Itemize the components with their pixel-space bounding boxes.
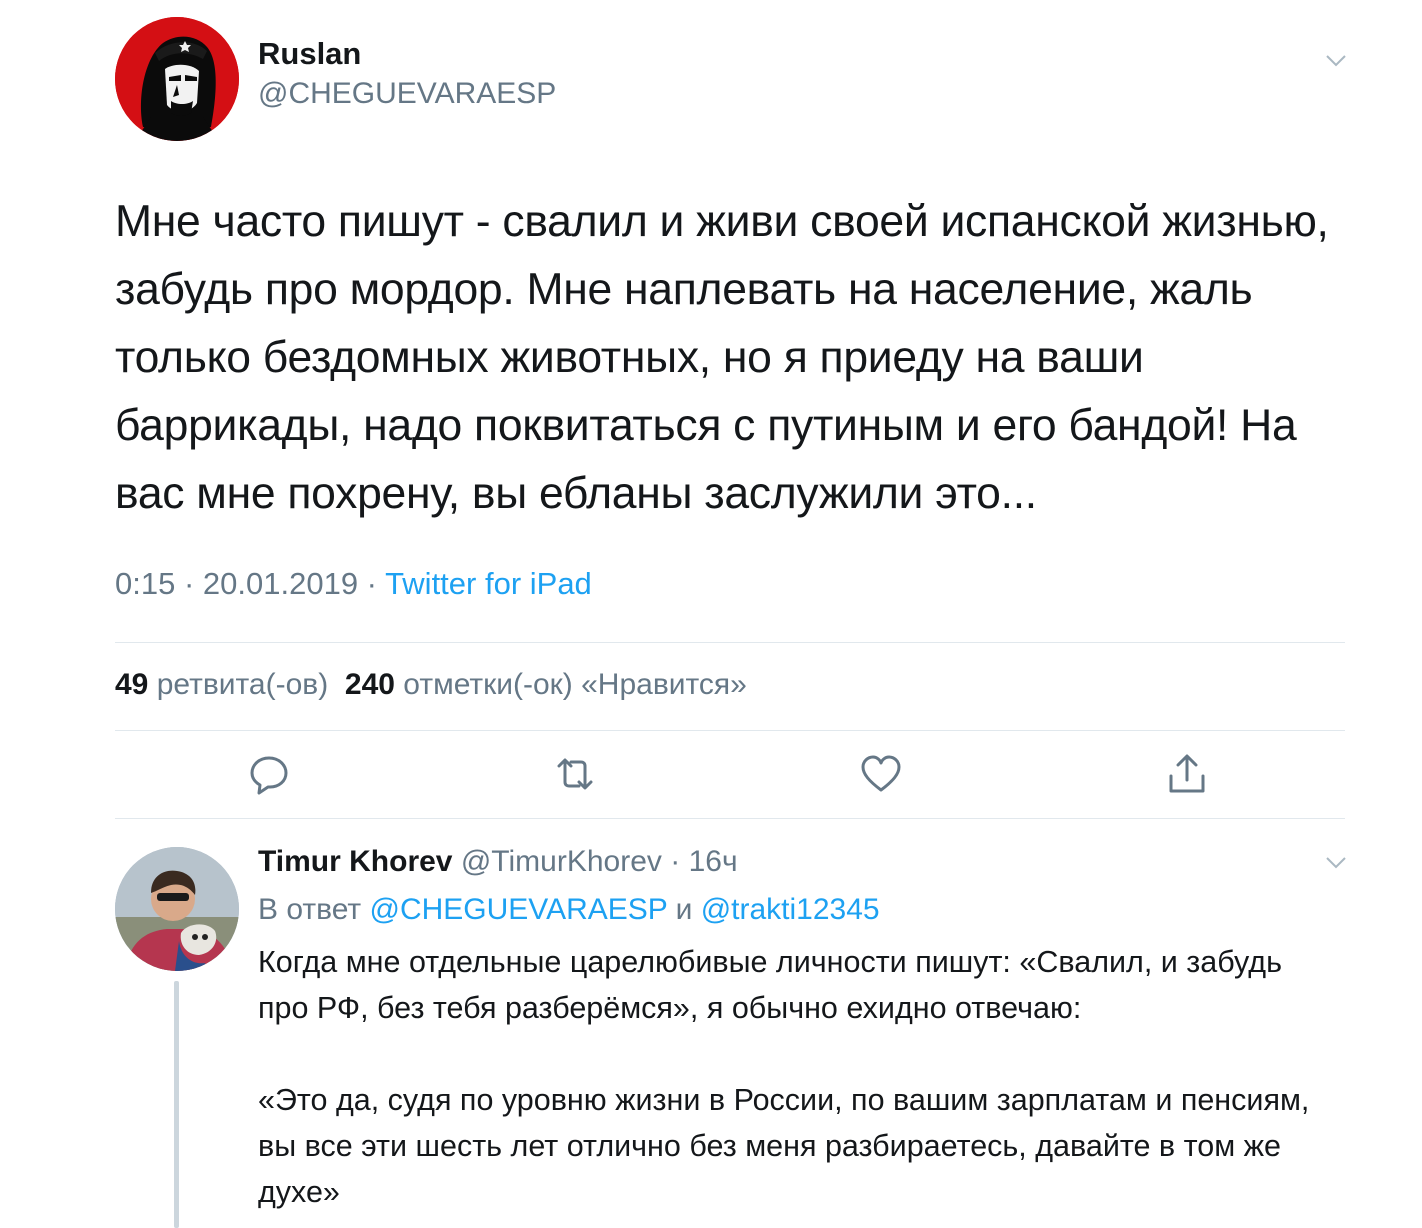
author-name[interactable]: Ruslan: [258, 36, 361, 72]
reply-author-name[interactable]: Timur Khorev: [258, 845, 453, 878]
reply-author-photo: [115, 847, 239, 971]
reply-paragraph: «Это да, судя по уровню жизни в России, …: [258, 1083, 1310, 1209]
replying-to: В ответ @CHEGUEVARAESP и @trakti12345: [258, 893, 880, 927]
reply-paragraph: Когда мне отдельные царелюбивые личности…: [258, 945, 1282, 1025]
retweets-label: ретвита(-ов): [156, 668, 329, 701]
meta-separator: ·: [358, 566, 386, 601]
divider: [115, 730, 1345, 731]
divider: [115, 642, 1345, 643]
likes-count: 240: [344, 668, 395, 701]
reply-icon[interactable]: [247, 752, 291, 796]
reply-age[interactable]: 16ч: [689, 845, 738, 878]
tweet-stats: 49 ретвита(-ов) 240 отметки(-ок) «Нравит…: [115, 668, 747, 702]
thread-line: [174, 981, 179, 1228]
reply-author-avatar[interactable]: [115, 847, 239, 971]
retweet-icon[interactable]: [553, 752, 597, 796]
reply-prefix: В ответ: [258, 893, 362, 926]
reply-header: Timur Khorev @TimurKhorev · 16ч: [258, 845, 738, 879]
tweet-meta: 0:15 · 20.01.2019 · Twitter for iPad: [115, 566, 592, 602]
heart-icon[interactable]: [859, 752, 903, 796]
tweet-text: Мне часто пишут - свалил и живи своей ис…: [115, 197, 1329, 518]
meta-separator: ·: [175, 566, 203, 601]
reply-separator: ·: [661, 845, 689, 878]
divider: [115, 818, 1345, 819]
retweets-stat[interactable]: 49 ретвита(-ов): [115, 668, 328, 701]
che-portrait-image: [115, 17, 239, 141]
retweets-count: 49: [115, 668, 149, 701]
tweet-time: 0:15: [115, 566, 176, 601]
share-icon[interactable]: [1165, 752, 1209, 796]
likes-stat[interactable]: 240 отметки(-ок) «Нравится»: [345, 668, 747, 701]
tweet-date: 20.01.2019: [202, 566, 359, 601]
chevron-down-icon[interactable]: [1325, 54, 1347, 68]
author-avatar[interactable]: [115, 17, 239, 141]
reply-text: Когда мне отдельные царелюбивые личности…: [258, 939, 1338, 1215]
chevron-down-icon[interactable]: [1325, 856, 1347, 870]
mention-link[interactable]: @trakti12345: [701, 893, 880, 926]
author-handle[interactable]: @CHEGUEVARAESP: [258, 77, 556, 111]
reply-author-handle[interactable]: @TimurKhorev: [461, 845, 662, 878]
tweet-source-link[interactable]: Twitter for iPad: [385, 566, 592, 601]
mention-link[interactable]: @CHEGUEVARAESP: [369, 893, 667, 926]
likes-label: отметки(-ок) «Нравится»: [403, 668, 747, 701]
reply-conjunction: и: [675, 893, 693, 926]
